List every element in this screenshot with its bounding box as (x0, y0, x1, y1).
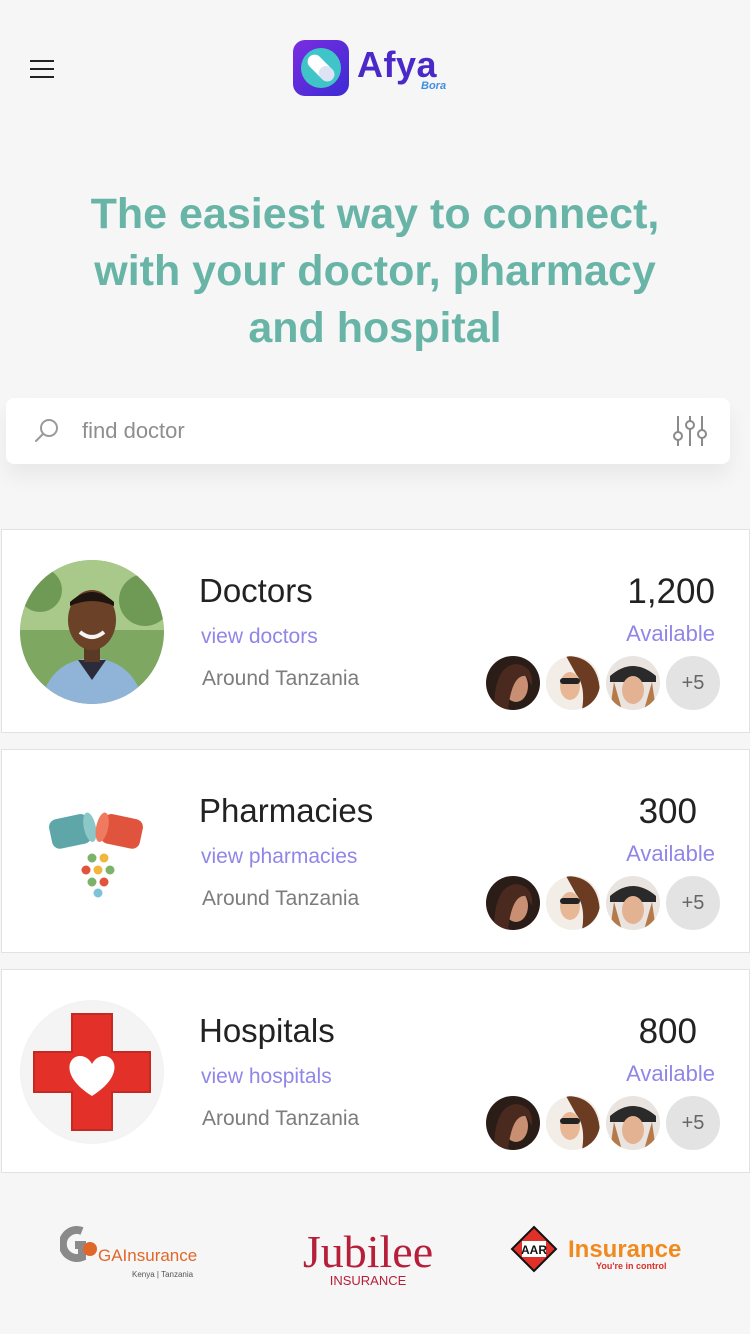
search-input[interactable] (80, 410, 654, 452)
search-bar (6, 398, 730, 464)
search-icon[interactable] (34, 418, 60, 444)
view-hospitals-link[interactable]: view hospitals (201, 1065, 332, 1089)
avatar-group[interactable]: +5 (485, 875, 725, 931)
avatar (605, 1095, 661, 1151)
hero-line-1: The easiest way to connect, (90, 190, 660, 238)
more-avatars-badge[interactable]: +5 (665, 875, 721, 931)
more-avatars-badge[interactable]: +5 (665, 655, 721, 711)
ga-insurance-name: GAInsurance (98, 1246, 197, 1265)
card-available-label: Available (626, 1061, 715, 1086)
doctor-avatar (20, 560, 164, 704)
jubilee-sub: INSURANCE (330, 1273, 407, 1288)
category-card-pharmacies[interactable]: Pharmacies view pharmacies Around Tanzan… (1, 749, 750, 953)
partner-logos: GAInsurance Kenya | Tanzania Jubilee INS… (0, 1205, 750, 1295)
ga-insurance-logo[interactable]: GAInsurance Kenya | Tanzania (58, 1205, 210, 1295)
pill-icon (20, 780, 164, 924)
aar-name: Insurance (568, 1236, 681, 1263)
avatar (545, 655, 601, 711)
card-count: 1,200 (627, 572, 715, 611)
card-available-label: Available (626, 841, 715, 866)
hero-line-3: and hospital (248, 304, 502, 352)
menu-icon-bar (30, 60, 54, 62)
menu-icon-bar (30, 76, 54, 78)
avatar-group[interactable]: +5 (485, 1095, 725, 1151)
avatar (485, 875, 541, 931)
avatar (605, 655, 661, 711)
card-location: Around Tanzania (202, 887, 360, 910)
logo-pill-icon (293, 40, 349, 96)
menu-icon-bar (30, 68, 54, 70)
card-title: Doctors (199, 572, 313, 609)
card-count: 300 (638, 792, 697, 831)
avatar (605, 875, 661, 931)
jubilee-insurance-logo[interactable]: Jubilee INSURANCE (288, 1205, 448, 1295)
filter-icon[interactable] (672, 414, 708, 448)
avatar (485, 1095, 541, 1151)
avatar (545, 875, 601, 931)
card-available-label: Available (626, 621, 715, 646)
aar-mark: AAR (521, 1243, 547, 1257)
view-doctors-link[interactable]: view doctors (201, 625, 318, 649)
card-location: Around Tanzania (202, 1107, 360, 1130)
avatar (545, 1095, 601, 1151)
card-title: Hospitals (199, 1012, 335, 1049)
hero-line-2: with your doctor, pharmacy (94, 247, 656, 295)
category-card-hospitals[interactable]: Hospitals view hospitals Around Tanzania… (1, 969, 750, 1173)
menu-button[interactable] (30, 58, 56, 80)
card-location: Around Tanzania (202, 667, 360, 690)
card-title: Pharmacies (199, 792, 374, 829)
ga-insurance-sub: Kenya | Tanzania (132, 1270, 194, 1279)
avatar-group[interactable]: +5 (485, 655, 725, 711)
card-count: 800 (638, 1012, 697, 1051)
aar-sub: You're in control (596, 1261, 666, 1271)
avatar (485, 655, 541, 711)
hero-headline: The easiest way to connect, with your do… (40, 186, 710, 357)
hospital-cross-icon (20, 1000, 164, 1144)
jubilee-name: Jubilee (303, 1226, 433, 1277)
view-pharmacies-link[interactable]: view pharmacies (201, 845, 357, 869)
category-card-doctors[interactable]: Doctors view doctors Around Tanzania 1,2… (1, 529, 750, 733)
aar-insurance-logo[interactable]: AAR Insurance You're in control (504, 1205, 694, 1295)
logo-subtitle: Bora (421, 80, 447, 92)
more-avatars-badge[interactable]: +5 (665, 1095, 721, 1151)
